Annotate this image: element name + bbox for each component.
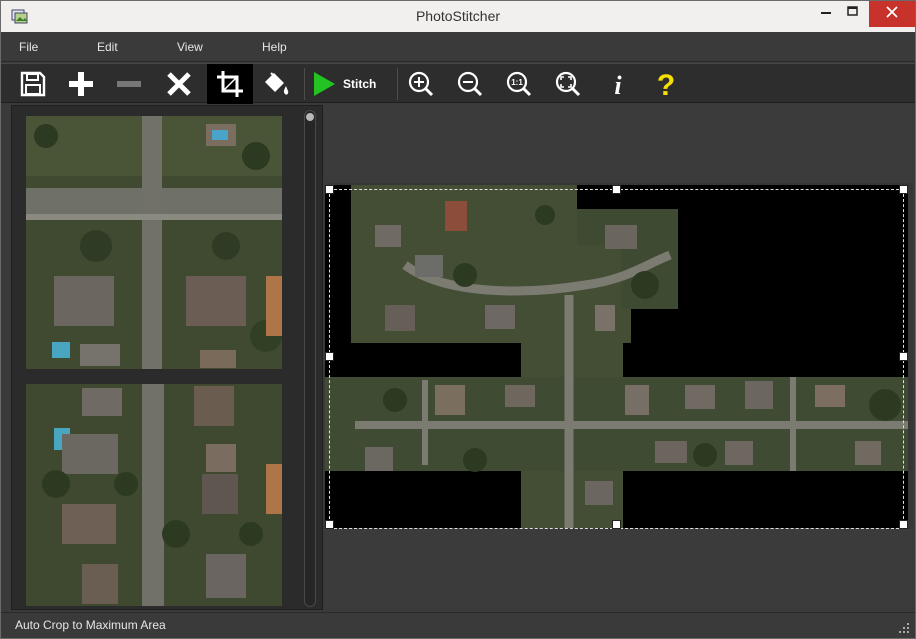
zoom-in-button[interactable] — [401, 66, 441, 102]
save-button[interactable] — [13, 66, 53, 102]
close-window-button[interactable] — [869, 1, 915, 27]
play-icon — [314, 72, 335, 96]
photostitcher-window: PhotoStitcher File Edit View Help Stitch… — [0, 0, 916, 639]
canvas-background — [325, 529, 913, 610]
menu-bar: File Edit View Help — [1, 32, 915, 62]
info-button[interactable]: i — [598, 66, 638, 102]
crop-handle-top-right[interactable] — [899, 185, 908, 194]
crop-handle-left[interactable] — [325, 352, 334, 361]
window-title: PhotoStitcher — [415, 8, 501, 24]
delete-button[interactable] — [159, 66, 199, 102]
title-bar[interactable]: PhotoStitcher — [1, 1, 915, 32]
zoom-fit-icon — [555, 71, 581, 97]
info-label: i — [614, 71, 622, 98]
zoom-ratio-label: 1:1 — [511, 78, 523, 87]
fill-button[interactable] — [257, 66, 297, 102]
crop-handle-right[interactable] — [899, 352, 908, 361]
image-thumbnail[interactable] — [26, 384, 282, 606]
crop-handle-top-left[interactable] — [325, 185, 334, 194]
zoom-out-button[interactable] — [450, 66, 490, 102]
help-icon: ? — [657, 69, 675, 99]
zoom-actual-size-button[interactable]: 1:1 — [499, 66, 539, 102]
menu-edit[interactable]: Edit — [97, 40, 118, 54]
zoom-in-icon — [408, 71, 434, 97]
thumbnail-scrollbar[interactable] — [304, 110, 316, 607]
zoom-fit-button[interactable] — [548, 66, 588, 102]
toolbar-separator — [304, 68, 305, 100]
minus-icon — [117, 81, 141, 87]
add-image-button[interactable] — [61, 66, 101, 102]
crop-button[interactable] — [207, 64, 253, 104]
crop-handle-bottom[interactable] — [612, 520, 621, 529]
plus-icon — [69, 72, 93, 96]
menu-view[interactable]: View — [177, 40, 203, 54]
info-icon: i — [614, 71, 622, 98]
menu-file[interactable]: File — [19, 40, 38, 54]
image-thumbnail[interactable] — [26, 116, 282, 369]
remove-image-button[interactable] — [109, 66, 149, 102]
stitch-label: Stitch — [343, 77, 377, 91]
toolbar-separator — [397, 68, 398, 100]
paint-bucket-icon — [265, 72, 289, 95]
resize-grip-icon[interactable] — [899, 623, 909, 633]
crop-handle-top[interactable] — [612, 185, 621, 194]
save-icon — [20, 71, 46, 97]
canvas-background — [325, 105, 913, 183]
image-list-panel[interactable] — [11, 105, 323, 610]
stitched-panorama[interactable] — [325, 185, 908, 528]
close-x-icon — [167, 72, 191, 96]
status-bar: Auto Crop to Maximum Area — [1, 612, 915, 638]
status-text: Auto Crop to Maximum Area — [15, 618, 166, 632]
crop-handle-bottom-right[interactable] — [899, 520, 908, 529]
stitch-button[interactable]: Stitch — [311, 66, 393, 102]
stitch-canvas[interactable] — [325, 105, 913, 610]
scrollbar-thumb[interactable] — [306, 113, 314, 121]
help-button[interactable]: ? — [646, 66, 686, 102]
toolbar: Stitch 1:1 i ? — [1, 63, 915, 104]
crop-handle-bottom-left[interactable] — [325, 520, 334, 529]
help-label: ? — [657, 69, 675, 99]
crop-icon — [217, 71, 243, 97]
zoom-1-1-icon: 1:1 — [506, 71, 532, 97]
menu-help[interactable]: Help — [262, 40, 287, 54]
zoom-out-icon — [457, 71, 483, 97]
